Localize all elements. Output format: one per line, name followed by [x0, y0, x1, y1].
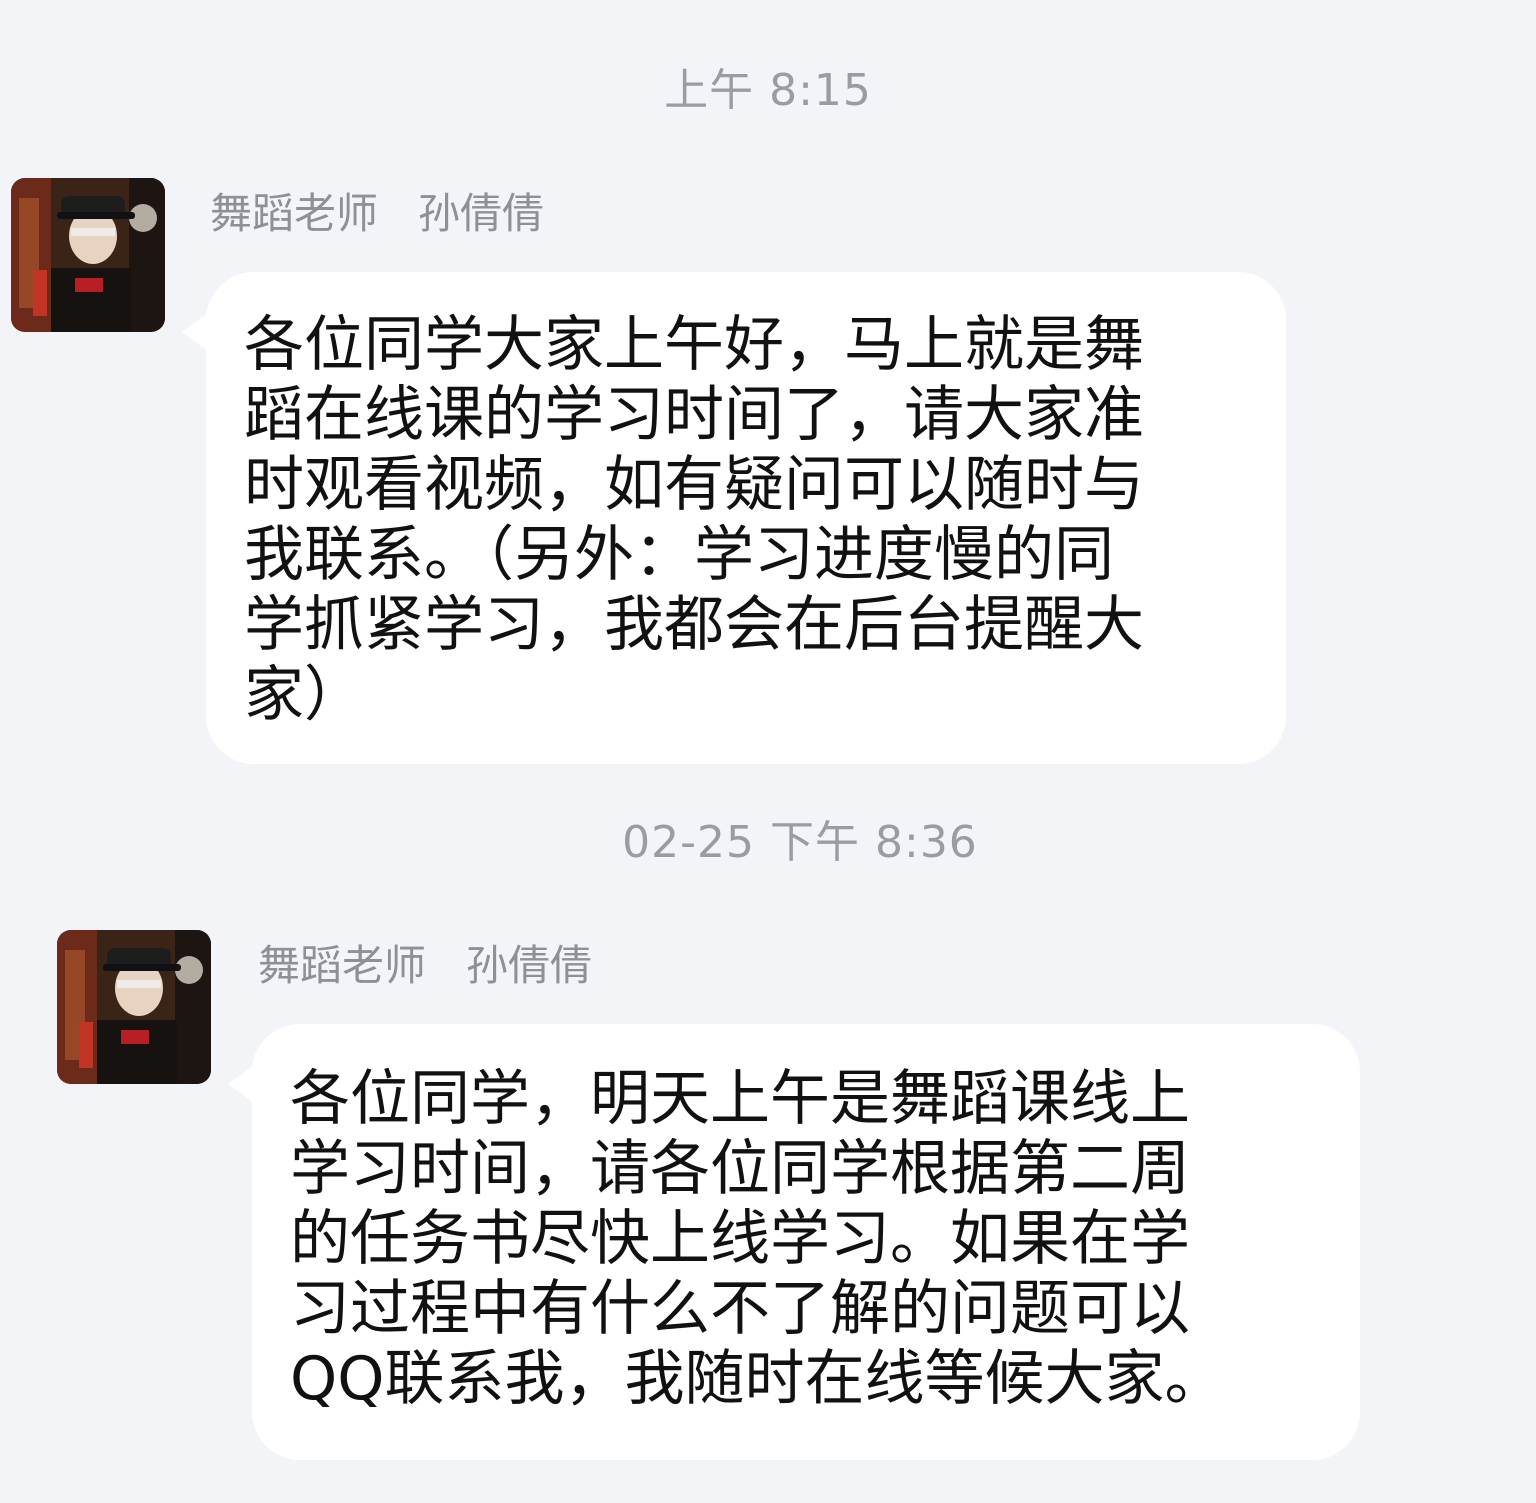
message-text: 各位同学，明天上午是舞蹈课线上 学习时间，请各位同学根据第二周 的任务书尽快上线… — [290, 1064, 1225, 1414]
bubble-tail — [228, 1062, 258, 1106]
sender-label: 舞蹈老师 孙倩倩 — [210, 180, 544, 241]
bubble-tail — [182, 310, 212, 354]
sender-avatar[interactable] — [57, 930, 211, 1084]
sender-avatar[interactable] — [11, 178, 165, 332]
avatar-photo-icon — [57, 930, 211, 1084]
sender-role: 舞蹈老师 — [258, 941, 427, 990]
message-text: 各位同学大家上午好，马上就是舞 蹈在线课的学习时间了，请大家准 时观看视频，如有… — [244, 310, 1144, 730]
message-bubble[interactable]: 各位同学大家上午好，马上就是舞 蹈在线课的学习时间了，请大家准 时观看视频，如有… — [182, 272, 1286, 764]
sender-role: 舞蹈老师 — [210, 189, 379, 238]
message-timestamp: 02-25 下午 8:36 — [622, 817, 978, 868]
sender-label: 舞蹈老师 孙倩倩 — [258, 932, 592, 993]
avatar-photo-icon — [11, 178, 165, 332]
sender-name: 孙倩倩 — [466, 941, 593, 990]
sender-name: 孙倩倩 — [418, 189, 545, 238]
message-timestamp: 上午 8:15 — [664, 65, 872, 116]
message-bubble[interactable]: 各位同学，明天上午是舞蹈课线上 学习时间，请各位同学根据第二周 的任务书尽快上线… — [228, 1024, 1360, 1460]
